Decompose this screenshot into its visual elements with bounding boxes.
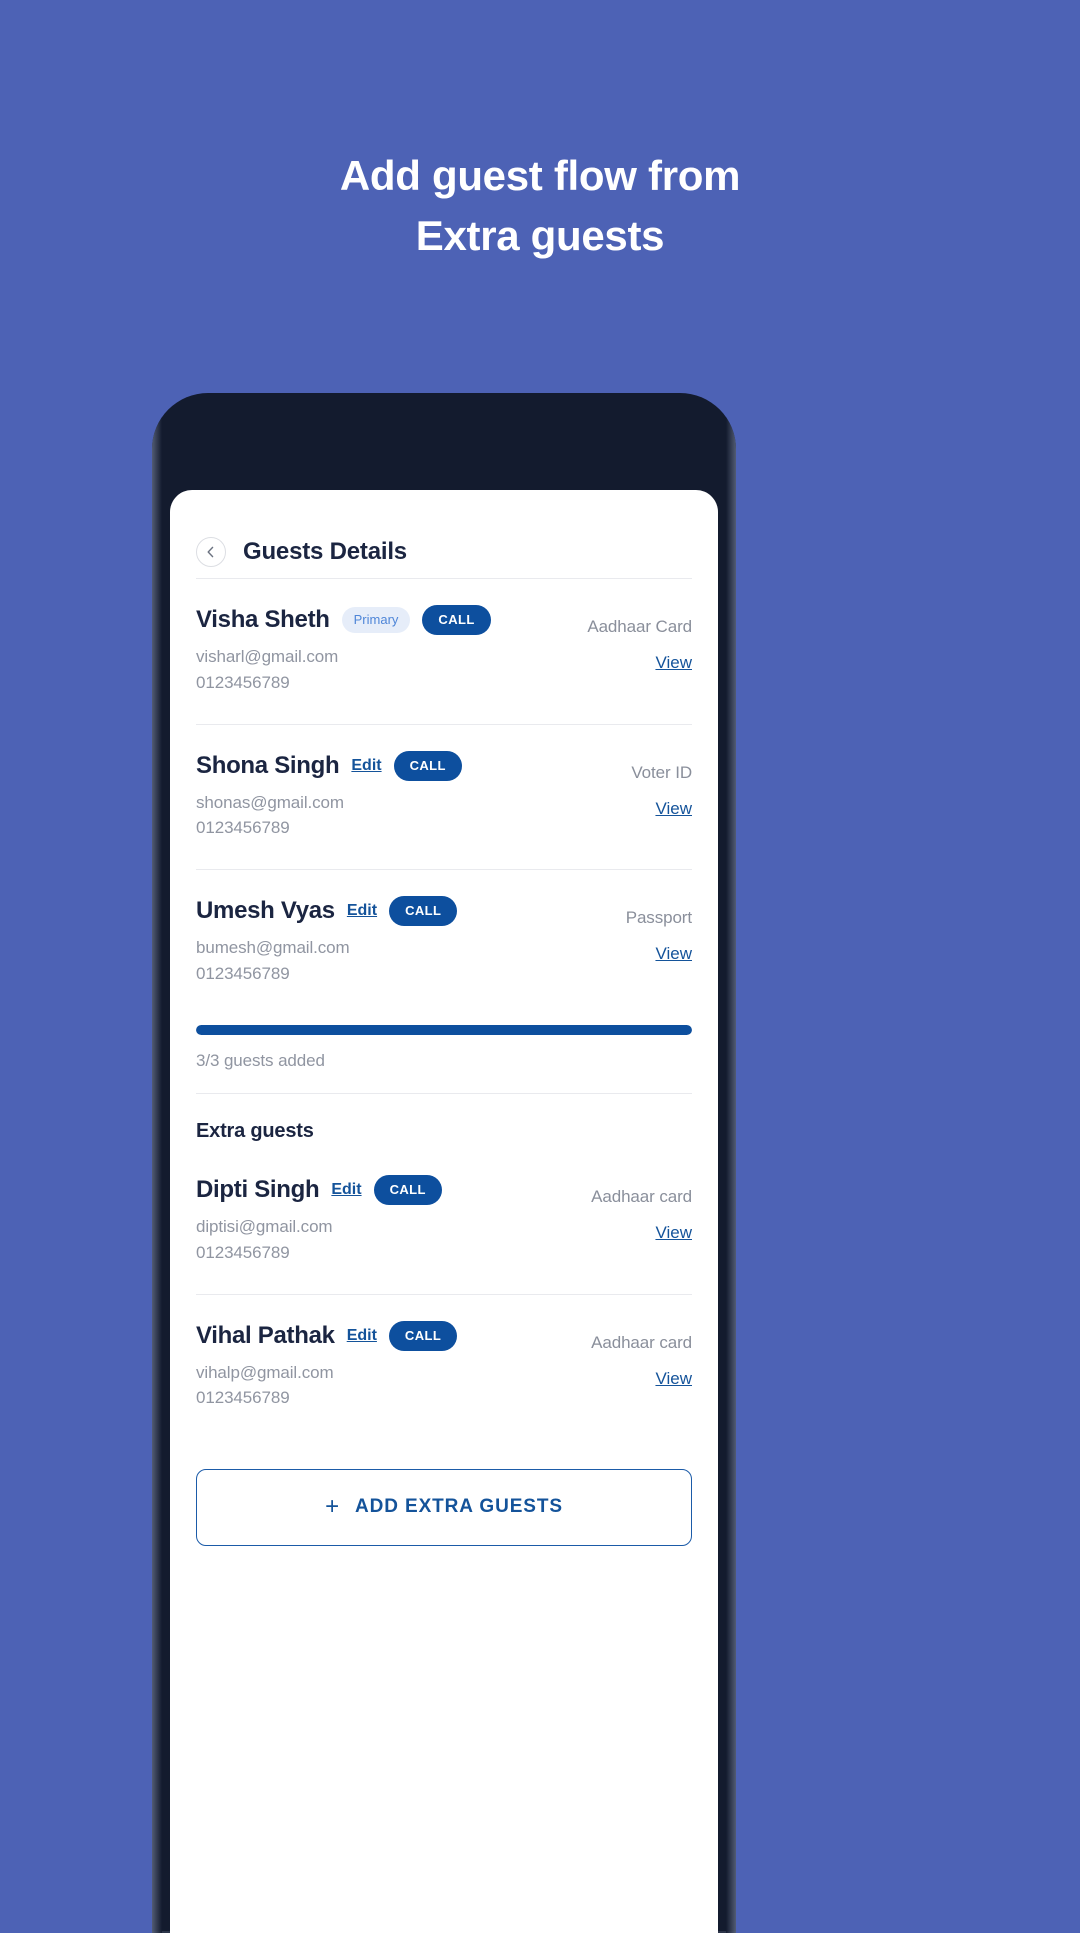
- status-badge: Primary: [341, 607, 411, 633]
- chevron-left-icon: [205, 546, 217, 558]
- guest-name-line: Shona Singh Edit CALL: [196, 750, 462, 781]
- guest-name: Vihal Pathak: [196, 1321, 335, 1349]
- call-button[interactable]: CALL: [389, 896, 458, 927]
- guest-info: Dipti Singh Edit CALL diptisi@gmail.com …: [196, 1174, 442, 1266]
- document-type: Voter ID: [631, 762, 692, 782]
- document-type: Aadhaar card: [591, 1186, 692, 1206]
- guest-document: Voter ID View: [631, 751, 692, 819]
- table-row[interactable]: Vihal Pathak Edit CALL vihalp@gmail.com …: [196, 1295, 692, 1440]
- phone-screen: Guests Details Visha Sheth Primary CALL …: [170, 490, 718, 1933]
- view-document-link[interactable]: View: [655, 799, 692, 819]
- table-row[interactable]: Umesh Vyas Edit CALL bumesh@gmail.com 01…: [196, 870, 692, 1015]
- document-type: Aadhaar card: [591, 1332, 692, 1352]
- guest-name: Dipti Singh: [196, 1175, 320, 1203]
- table-row[interactable]: Shona Singh Edit CALL shonas@gmail.com 0…: [196, 725, 692, 870]
- guest-document: Aadhaar Card View: [587, 605, 692, 673]
- guest-name-line: Umesh Vyas Edit CALL: [196, 896, 458, 927]
- promo-headline-line-1: Add guest flow from: [339, 152, 741, 199]
- guest-phone: 0123456789: [196, 672, 290, 692]
- progress-track: [196, 1024, 692, 1035]
- document-type: Aadhaar Card: [587, 617, 692, 636]
- call-button[interactable]: CALL: [393, 750, 462, 781]
- phone-bezel-right: [726, 393, 736, 1933]
- guest-info: Visha Sheth Primary CALL visharl@gmail.c…: [196, 605, 491, 696]
- guest-info: Vihal Pathak Edit CALL vihalp@gmail.com …: [196, 1320, 458, 1412]
- document-type: Passport: [625, 908, 692, 928]
- guest-name-line: Vihal Pathak Edit CALL: [196, 1320, 458, 1351]
- app-header: Guests Details: [170, 490, 718, 578]
- guest-name-line: Visha Sheth Primary CALL: [196, 605, 491, 635]
- guest-name: Umesh Vyas: [196, 897, 335, 925]
- guest-name: Shona Singh: [196, 751, 340, 779]
- view-document-link[interactable]: View: [655, 1223, 692, 1243]
- view-document-link[interactable]: View: [655, 944, 692, 964]
- guest-phone: 0123456789: [196, 1242, 290, 1262]
- guest-email: visharl@gmail.com: [196, 647, 339, 666]
- add-extra-guests-label: ADD EXTRA GUESTS: [354, 1496, 563, 1518]
- call-button[interactable]: CALL: [422, 605, 491, 635]
- page-title: Guests Details: [243, 538, 407, 565]
- guest-info: Umesh Vyas Edit CALL bumesh@gmail.com 01…: [196, 896, 458, 987]
- edit-link[interactable]: Edit: [331, 1181, 361, 1199]
- phone-bezel-left: [152, 393, 162, 1933]
- edit-link[interactable]: Edit: [347, 902, 377, 920]
- table-row[interactable]: Visha Sheth Primary CALL visharl@gmail.c…: [196, 579, 692, 724]
- guest-phone: 0123456789: [196, 818, 290, 838]
- guest-email: diptisi@gmail.com: [196, 1216, 333, 1236]
- progress-fill: [196, 1024, 692, 1035]
- edit-link[interactable]: Edit: [347, 1327, 377, 1345]
- promo-headline-line-2: Extra guests: [415, 211, 665, 259]
- progress-label: 3/3 guests added: [196, 1050, 325, 1070]
- add-extra-guests-button[interactable]: + ADD EXTRA GUESTS: [196, 1469, 692, 1547]
- edit-link[interactable]: Edit: [351, 757, 381, 775]
- call-button[interactable]: CALL: [388, 1320, 458, 1351]
- guest-email: vihalp@gmail.com: [196, 1362, 334, 1382]
- view-document-link[interactable]: View: [655, 653, 692, 673]
- promo-headline: Add guest flow from Extra guests: [0, 146, 1080, 265]
- guest-document: Aadhaar card View: [591, 1175, 692, 1243]
- guest-document: Aadhaar card View: [591, 1321, 692, 1389]
- guest-email: shonas@gmail.com: [196, 792, 344, 812]
- guest-phone: 0123456789: [196, 1388, 290, 1408]
- guests-progress: 3/3 guests added: [196, 1015, 692, 1093]
- view-document-link[interactable]: View: [655, 1369, 692, 1389]
- guest-name: Visha Sheth: [196, 606, 330, 633]
- call-button[interactable]: CALL: [373, 1174, 442, 1205]
- guest-email: bumesh@gmail.com: [196, 938, 350, 958]
- guest-document: Passport View: [626, 896, 692, 964]
- table-row[interactable]: Dipti Singh Edit CALL diptisi@gmail.com …: [196, 1149, 692, 1294]
- guest-info: Shona Singh Edit CALL shonas@gmail.com 0…: [196, 750, 462, 842]
- phone-mockup: Guests Details Visha Sheth Primary CALL …: [152, 393, 736, 1933]
- guest-name-line: Dipti Singh Edit CALL: [196, 1174, 442, 1205]
- guest-phone: 0123456789: [196, 964, 290, 984]
- guests-content: Visha Sheth Primary CALL visharl@gmail.c…: [170, 578, 718, 1547]
- back-button[interactable]: [196, 537, 226, 567]
- plus-icon: +: [325, 1493, 340, 1521]
- extra-guests-heading: Extra guests: [196, 1119, 314, 1142]
